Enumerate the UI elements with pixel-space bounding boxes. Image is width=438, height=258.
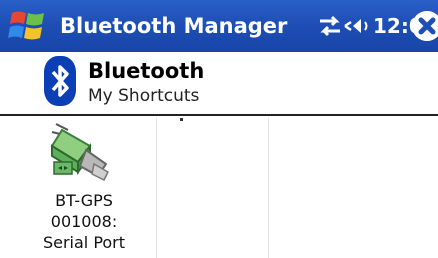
window-title: Bluetooth Manager: [60, 14, 288, 38]
page-header: Bluetooth My Shortcuts: [0, 52, 438, 110]
close-icon[interactable]: [412, 11, 438, 41]
page-title: Bluetooth: [88, 59, 205, 83]
grid-column-divider: [156, 118, 157, 258]
title-bar: Bluetooth Manager 12:07: [0, 0, 438, 52]
connectivity-icon[interactable]: [316, 14, 344, 38]
page-subtitle: My Shortcuts: [88, 86, 200, 106]
shortcut-item-bt-gps[interactable]: BT-GPS 001008: Serial Port: [30, 122, 142, 258]
grid-column-divider: [268, 118, 269, 258]
bluetooth-icon: [44, 56, 76, 106]
stray-dot: [180, 118, 183, 121]
shortcut-label: BT-GPS 001008: Serial Port: [42, 191, 126, 252]
gps-serial-device-icon: [50, 123, 109, 182]
speaker-icon[interactable]: [343, 14, 371, 38]
windows-start-icon[interactable]: [8, 7, 48, 45]
header-divider: [0, 114, 438, 116]
